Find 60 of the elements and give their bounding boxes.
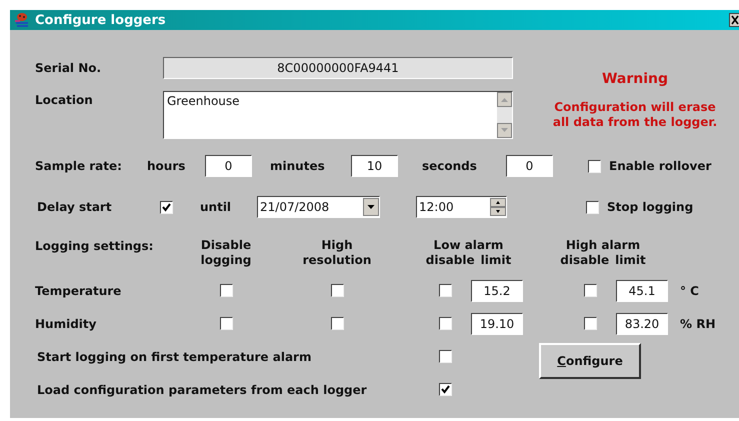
serial-field: 8C00000000FA9441 — [163, 57, 513, 79]
window-title: Configure loggers — [35, 12, 166, 28]
row-label: Humidity — [35, 316, 98, 330]
column-header: Low alarm — [434, 238, 504, 253]
checkbox[interactable] — [438, 350, 452, 363]
limit-field[interactable]: 19.10 — [471, 312, 523, 334]
checkbox[interactable] — [588, 160, 601, 172]
time-field[interactable]: 12:00 — [416, 196, 507, 218]
checkbox[interactable] — [438, 383, 452, 396]
unit-label: minutes — [270, 159, 326, 173]
checkbox[interactable] — [438, 284, 452, 297]
app-icon — [14, 12, 30, 28]
checkbox[interactable] — [586, 200, 599, 214]
limit-field[interactable]: 83.20 — [616, 312, 668, 334]
checkbox[interactable] — [330, 284, 344, 297]
column-header: High alarm — [566, 238, 640, 253]
checkbox[interactable] — [330, 317, 344, 330]
checkbox[interactable] — [220, 317, 232, 330]
column-header: disable — [560, 253, 610, 268]
spinner-icon[interactable] — [490, 198, 506, 216]
checkbox[interactable] — [584, 317, 596, 330]
close-icon[interactable] — [729, 13, 739, 27]
checkbox[interactable] — [438, 317, 452, 330]
field-label: Serial No. — [35, 61, 102, 75]
column-header: disable — [426, 253, 475, 268]
date-dropdown[interactable]: 21/07/2008 — [257, 196, 380, 218]
number-field[interactable]: 0 — [506, 155, 553, 177]
section-label: Logging settings: — [35, 238, 154, 255]
limit-field[interactable]: 45.1 — [616, 280, 668, 302]
column-header: limit — [615, 253, 646, 268]
warning-text: all data from the logger. — [552, 115, 718, 130]
warning-title: Warning — [602, 71, 668, 87]
checkbox[interactable] — [584, 284, 596, 297]
unit-label: hours — [147, 159, 186, 173]
until-label: until — [200, 200, 232, 214]
option-label: Load configuration parameters from each logger — [36, 382, 368, 396]
limit-field[interactable]: 15.2 — [471, 280, 523, 302]
option-label: Start logging on first temperature alarm — [36, 350, 312, 364]
checkbox-label: Stop logging — [607, 200, 694, 214]
column-header: Disable — [200, 238, 252, 253]
column-header: logging — [200, 253, 252, 268]
checkbox[interactable] — [220, 284, 232, 297]
unit-label: ° C — [679, 284, 700, 298]
warning-text: Configuration will erase — [554, 100, 716, 115]
row-label: Sample rate: — [35, 159, 123, 173]
field-label: Location — [35, 92, 94, 107]
row-label: Temperature — [35, 284, 122, 298]
number-field[interactable]: 0 — [205, 155, 252, 177]
scrollbar-icon[interactable] — [497, 92, 512, 138]
location-field[interactable]: Greenhouse — [163, 91, 513, 139]
row-label: Delay start — [37, 200, 113, 214]
number-field[interactable]: 10 — [351, 155, 398, 177]
configure-button[interactable]: Configure — [539, 343, 641, 379]
checkbox[interactable] — [160, 200, 173, 214]
column-header: limit — [480, 253, 512, 268]
column-header: resolution — [302, 253, 372, 268]
unit-label: seconds — [422, 159, 478, 173]
column-header: High — [321, 238, 353, 253]
unit-label: % RH — [679, 316, 716, 330]
checkbox-label: Enable rollover — [609, 159, 712, 173]
